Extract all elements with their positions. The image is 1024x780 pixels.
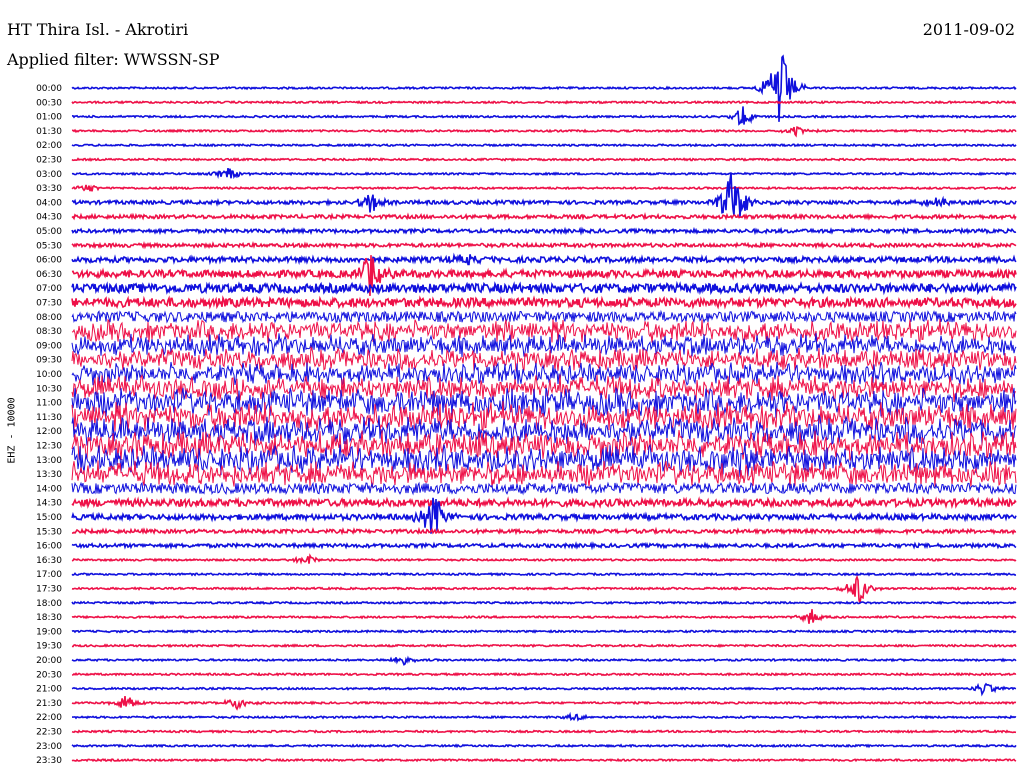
row-label-1400: 14:00	[36, 484, 62, 494]
row-label-0030: 00:30	[36, 98, 62, 108]
row-label-1000: 10:00	[36, 370, 62, 380]
row-time-labels: 00:00 00:30 01:00 01:30 02:00 02:30 03:00 03:30…	[36, 84, 62, 766]
trace-0000	[71, 54, 1017, 122]
row-label-0700: 07:00	[36, 284, 62, 294]
row-label-1030: 10:30	[36, 384, 62, 394]
row-label-1530: 15:30	[36, 527, 62, 537]
row-label-1630: 16:30	[36, 556, 62, 566]
row-label-2330: 23:30	[36, 756, 62, 766]
row-label-0400: 04:00	[36, 198, 62, 208]
trace-2030	[71, 671, 1017, 677]
trace-1900	[71, 629, 1017, 634]
trace-1730	[71, 574, 1017, 604]
row-label-0830: 08:30	[36, 327, 62, 337]
trace-lines	[71, 54, 1017, 763]
row-label-0430: 04:30	[36, 213, 62, 223]
row-label-1500: 15:00	[36, 513, 62, 523]
trace-2130	[71, 696, 1017, 711]
trace-0800	[71, 309, 1017, 324]
trace-0230	[71, 157, 1017, 162]
row-label-1300: 13:00	[36, 456, 62, 466]
trace-1600	[71, 541, 1017, 551]
row-label-1730: 17:30	[36, 585, 62, 595]
row-label-0200: 02:00	[36, 141, 62, 151]
trace-0430	[71, 212, 1017, 222]
trace-0130	[71, 126, 1017, 138]
row-label-2230: 22:30	[36, 728, 62, 738]
row-label-1200: 12:00	[36, 427, 62, 437]
trace-1630	[71, 553, 1017, 565]
row-label-2300: 23:00	[36, 742, 62, 752]
row-label-0630: 06:30	[36, 270, 62, 280]
trace-2100	[71, 682, 1017, 697]
row-label-0930: 09:30	[36, 356, 62, 366]
row-label-1930: 19:30	[36, 642, 62, 652]
trace-1400	[71, 481, 1017, 496]
trace-2330	[71, 757, 1017, 763]
row-label-0230: 02:30	[36, 156, 62, 166]
row-label-0600: 06:00	[36, 256, 62, 266]
trace-0600	[71, 252, 1017, 266]
row-label-1430: 14:30	[36, 499, 62, 509]
row-label-0000: 00:00	[36, 84, 62, 94]
trace-2300	[71, 743, 1017, 749]
trace-0400	[71, 172, 1017, 218]
trace-1930	[71, 643, 1017, 649]
trace-0500	[71, 226, 1017, 236]
trace-0030	[71, 99, 1017, 105]
row-label-2000: 20:00	[36, 656, 62, 666]
trace-1830	[71, 609, 1017, 624]
trace-2230	[71, 729, 1017, 734]
trace-0200	[71, 142, 1017, 148]
row-label-2130: 21:30	[36, 699, 62, 709]
seismogram-plot: 00:00 00:30 01:00 01:30 02:00 02:30 03:00 03:30…	[36, 54, 1017, 766]
row-label-2200: 22:00	[36, 713, 62, 723]
row-label-1600: 16:00	[36, 542, 62, 552]
trace-0330	[71, 184, 1017, 192]
row-label-0800: 08:00	[36, 313, 62, 323]
row-label-1230: 12:30	[36, 442, 62, 452]
trace-0100	[71, 106, 1017, 126]
row-label-2100: 21:00	[36, 685, 62, 695]
trace-1700	[71, 571, 1017, 577]
row-label-0330: 03:30	[36, 184, 62, 194]
row-label-0130: 01:30	[36, 127, 62, 137]
row-label-1900: 19:00	[36, 627, 62, 637]
trace-1530	[71, 526, 1017, 536]
trace-1330	[71, 460, 1017, 488]
trace-0530	[71, 241, 1017, 250]
row-label-0730: 07:30	[36, 299, 62, 309]
row-label-1100: 11:00	[36, 399, 62, 409]
trace-1430	[71, 496, 1017, 510]
row-label-1800: 18:00	[36, 599, 62, 609]
row-label-0900: 09:00	[36, 341, 62, 351]
row-label-1830: 18:30	[36, 613, 62, 623]
trace-0730	[71, 295, 1017, 310]
trace-2000	[71, 655, 1017, 666]
trace-2200	[72, 711, 1017, 722]
trace-1130	[71, 401, 1017, 433]
row-label-1130: 11:30	[36, 413, 62, 423]
trace-0700	[71, 280, 1017, 296]
row-label-0100: 01:00	[36, 113, 62, 123]
trace-1800	[71, 600, 1017, 606]
row-label-0300: 03:00	[36, 170, 62, 180]
row-label-0530: 05:30	[36, 241, 62, 251]
row-label-1700: 17:00	[36, 570, 62, 580]
row-label-0500: 05:00	[36, 227, 62, 237]
row-label-2030: 20:30	[36, 670, 62, 680]
trace-0300	[71, 167, 1017, 180]
row-label-1330: 13:30	[36, 470, 62, 480]
